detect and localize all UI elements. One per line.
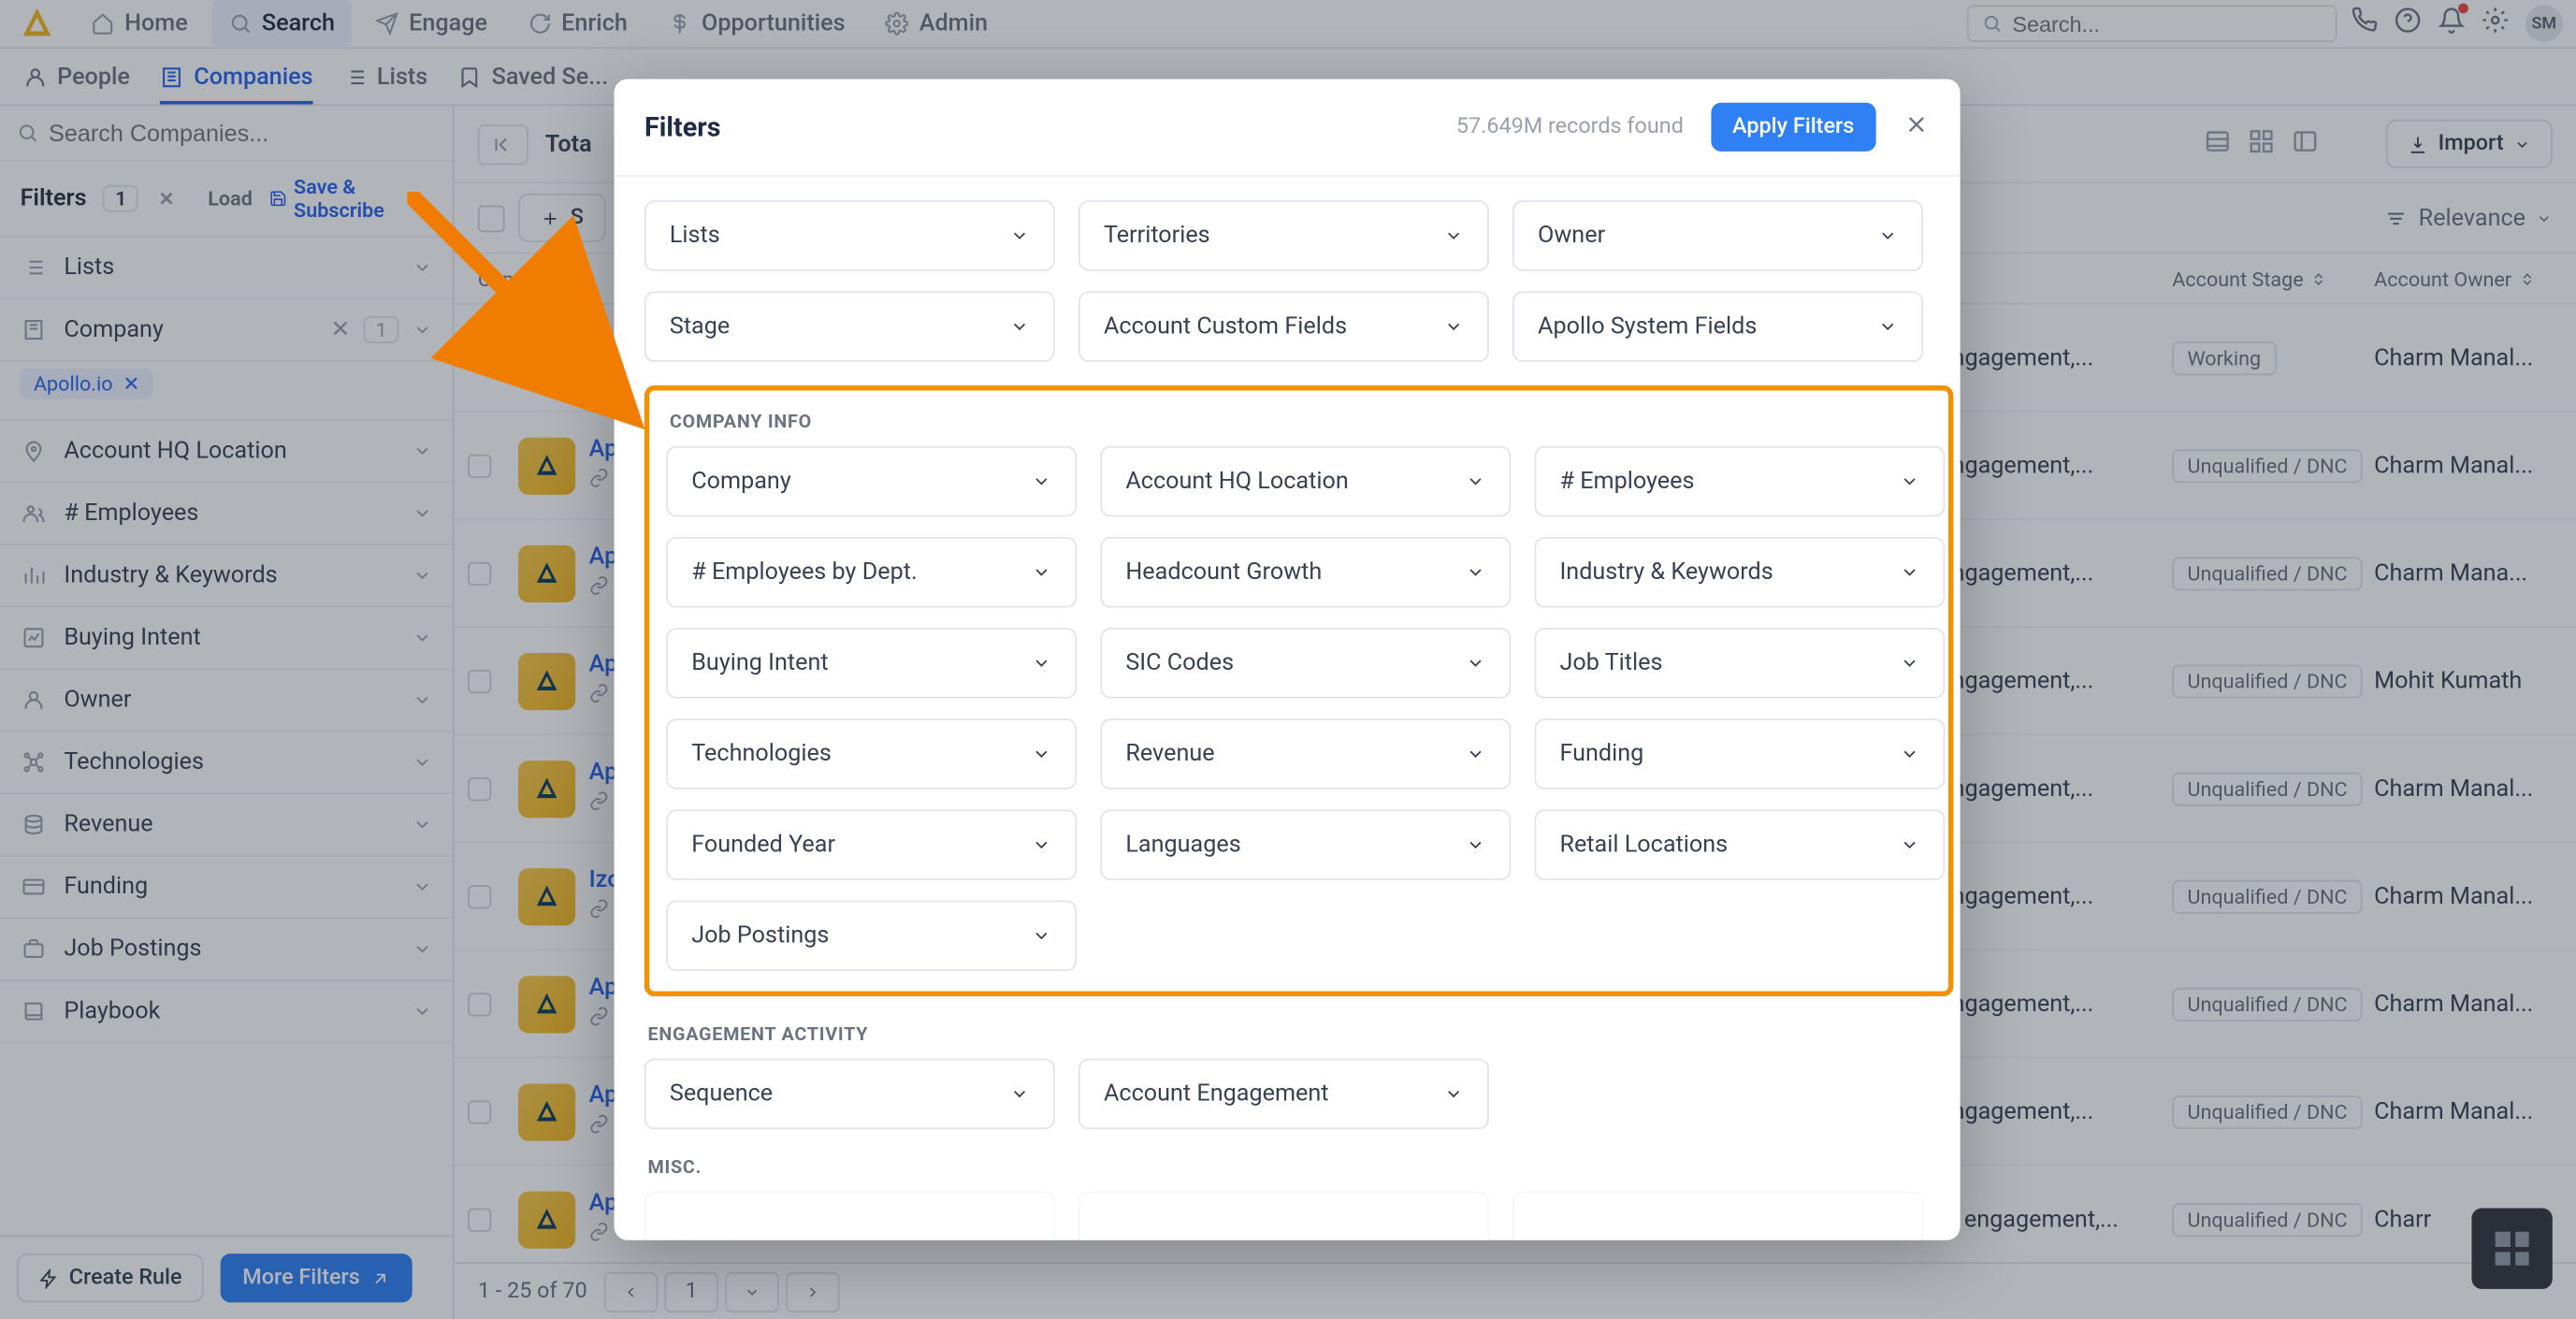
filter-job-postings[interactable]: Job Postings <box>666 900 1077 971</box>
filter-pill-label: Apollo System Fields <box>1538 313 1757 341</box>
chevron-down-icon <box>1900 562 1920 583</box>
filter-stage[interactable]: Stage <box>644 291 1055 362</box>
chevron-down-icon <box>1443 225 1464 246</box>
filter-pill-label: Headcount Growth <box>1125 558 1322 586</box>
filter-hq-location[interactable]: Account HQ Location <box>1100 446 1511 517</box>
filter-pill-label: Job Titles <box>1560 649 1663 676</box>
filter-pill-label: Stage <box>670 313 730 341</box>
filter-industry[interactable]: Industry & Keywords <box>1535 537 1946 608</box>
filter-pill-label: Account Custom Fields <box>1104 313 1347 341</box>
filter-languages[interactable]: Languages <box>1100 809 1511 880</box>
filter-pill-label: Territories <box>1104 222 1210 249</box>
filter-company[interactable]: Company <box>666 446 1077 517</box>
section-company-info: COMPANY INFO <box>670 411 1932 432</box>
records-count: 57.649M records found <box>1456 114 1684 139</box>
filter-pill-label: Revenue <box>1125 740 1214 767</box>
company-info-highlight: COMPANY INFO Company Account HQ Location… <box>644 385 1953 996</box>
filter-pill-label: Sequence <box>670 1080 773 1108</box>
filter-pill-label: Retail Locations <box>1560 832 1729 859</box>
chevron-down-icon <box>1900 834 1920 855</box>
filter-pill-label: Buying Intent <box>691 649 828 676</box>
filter-pill-label: # Employees <box>1560 468 1695 495</box>
chevron-down-icon <box>1466 471 1486 492</box>
filter-custom-fields[interactable]: Account Custom Fields <box>1078 291 1489 362</box>
chevron-down-icon <box>1032 834 1052 855</box>
chevron-down-icon <box>1032 925 1052 946</box>
section-misc: MISC. <box>648 1156 1954 1178</box>
filter-employees[interactable]: # Employees <box>1535 446 1946 517</box>
chevron-down-icon <box>1032 653 1052 674</box>
filter-sequence[interactable]: Sequence <box>644 1058 1055 1129</box>
chevron-down-icon <box>1877 225 1898 246</box>
chevron-down-icon <box>1466 744 1486 764</box>
filter-lists[interactable]: Lists <box>644 200 1055 271</box>
chevron-down-icon <box>1877 316 1898 337</box>
chevron-down-icon <box>1009 225 1030 246</box>
chevron-down-icon <box>1900 744 1920 764</box>
filter-account-engagement[interactable]: Account Engagement <box>1078 1058 1489 1129</box>
filter-pill-label: Languages <box>1125 832 1240 859</box>
filter-pill-label: Account HQ Location <box>1125 468 1348 495</box>
chevron-down-icon <box>1466 562 1486 583</box>
chevron-down-icon <box>1009 1083 1030 1104</box>
filter-pill-label: Owner <box>1538 222 1605 249</box>
filter-owner[interactable]: Owner <box>1512 200 1923 271</box>
filter-sic-codes[interactable]: SIC Codes <box>1100 628 1511 699</box>
chevron-down-icon <box>1009 316 1030 337</box>
filter-system-fields[interactable]: Apollo System Fields <box>1512 291 1923 362</box>
filter-employees-dept[interactable]: # Employees by Dept. <box>666 537 1077 608</box>
filter-pill-label: Company <box>691 468 791 495</box>
filter-technologies[interactable]: Technologies <box>666 718 1077 790</box>
filter-misc-3[interactable] <box>1512 1192 1923 1240</box>
filter-buying-intent[interactable]: Buying Intent <box>666 628 1077 699</box>
filter-pill-label: # Employees by Dept. <box>691 558 917 586</box>
filter-pill-label: Technologies <box>691 740 832 767</box>
filter-founded-year[interactable]: Founded Year <box>666 809 1077 880</box>
filter-territories[interactable]: Territories <box>1078 200 1489 271</box>
modal-title: Filters <box>644 111 721 143</box>
section-engagement: ENGAGEMENT ACTIVITY <box>648 1023 1954 1045</box>
filter-pill-label: Funding <box>1560 740 1644 767</box>
chevron-down-icon <box>1032 471 1052 492</box>
filter-revenue[interactable]: Revenue <box>1100 718 1511 790</box>
filter-pill-label: Founded Year <box>691 832 835 859</box>
filter-misc-1[interactable] <box>644 1192 1055 1240</box>
chevron-down-icon <box>1900 471 1920 492</box>
filters-modal: Filters 57.649M records found Apply Filt… <box>615 80 1961 1240</box>
filter-retail-locations[interactable]: Retail Locations <box>1535 809 1946 880</box>
chevron-down-icon <box>1032 562 1052 583</box>
chevron-down-icon <box>1900 653 1920 674</box>
filter-funding[interactable]: Funding <box>1535 718 1946 790</box>
filter-headcount-growth[interactable]: Headcount Growth <box>1100 537 1511 608</box>
chevron-down-icon <box>1032 744 1052 764</box>
apply-filters-button[interactable]: Apply Filters <box>1711 103 1876 152</box>
chevron-down-icon <box>1466 834 1486 855</box>
help-widget[interactable] <box>2471 1209 2552 1289</box>
filter-pill-label: Job Postings <box>691 922 829 949</box>
close-modal-button[interactable] <box>1903 110 1930 144</box>
filter-pill-label: Account Engagement <box>1104 1080 1329 1108</box>
filter-job-titles[interactable]: Job Titles <box>1535 628 1946 699</box>
chevron-down-icon <box>1443 1083 1464 1104</box>
filter-misc-2[interactable] <box>1078 1192 1489 1240</box>
chevron-down-icon <box>1466 653 1486 674</box>
filter-pill-label: SIC Codes <box>1125 649 1234 676</box>
filter-pill-label: Lists <box>670 222 720 249</box>
chevron-down-icon <box>1443 316 1464 337</box>
filter-pill-label: Industry & Keywords <box>1560 558 1773 586</box>
